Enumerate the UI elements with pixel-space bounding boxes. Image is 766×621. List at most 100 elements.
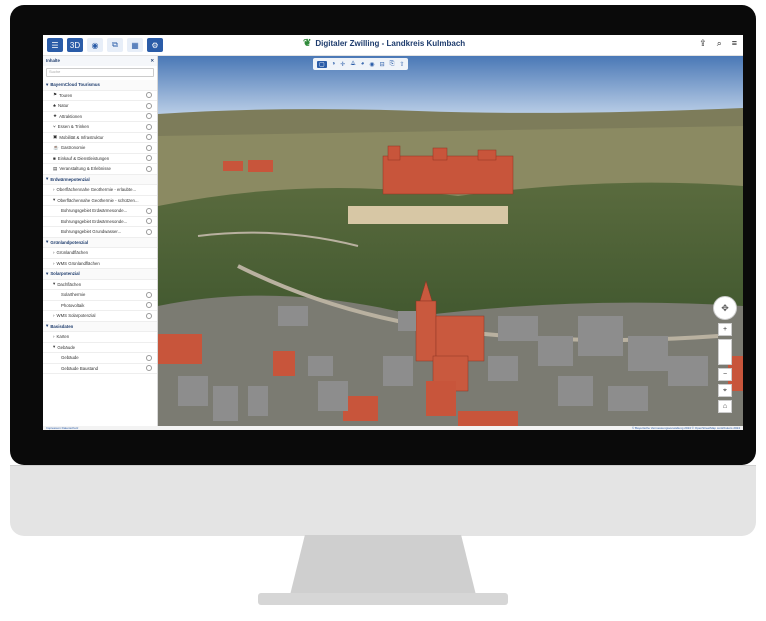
layer-label: Oberflächennahe Geothermie - erlaubte... <box>56 187 137 193</box>
map-3d-view[interactable]: ▢ ◑ ✛ ⟁ ◕ ◉ ⊟ ⎘ ⇧ ✥ + − ⌖ ⌂ <box>158 56 743 426</box>
chevron-right-icon: › <box>53 187 55 193</box>
zoom-out-icon[interactable]: − <box>718 368 732 381</box>
layer-item[interactable]: ▾ Gebäude <box>43 343 157 353</box>
visibility-toggle[interactable] <box>146 155 152 162</box>
layers-button[interactable]: ☰ <box>47 38 63 52</box>
visibility-toggle[interactable] <box>146 291 152 298</box>
tree-icon: ♣ <box>53 103 57 109</box>
layer-item[interactable]: ▣ Mobilität & Infrastruktur <box>43 133 157 143</box>
layer-item[interactable]: Gebäude Baustand <box>43 364 157 374</box>
layer-label: Mobilität & Infrastruktur <box>59 134 104 140</box>
visibility-toggle[interactable] <box>146 92 152 99</box>
layer-label: Grünlandflächen <box>56 250 89 256</box>
measure-tool-icon[interactable]: ✛ <box>340 61 345 68</box>
3d-view-button[interactable]: 3D <box>67 38 83 52</box>
layer-label: Gebäude Baustand <box>61 365 99 371</box>
chevron-down-icon: ▾ <box>46 270 49 276</box>
star-icon: ★ <box>53 113 58 119</box>
layer-item[interactable]: ▾ Dachflächen <box>43 280 157 290</box>
layer-item[interactable]: › Oberflächennahe Geothermie - erlaubte..… <box>43 185 157 196</box>
draw-tool-icon[interactable]: ⟁ <box>350 61 355 68</box>
globe-button[interactable]: ◉ <box>87 38 103 52</box>
menu-icon[interactable]: ≡ <box>732 38 737 49</box>
sidebar-title: Inhalte <box>46 58 60 63</box>
layer-item[interactable]: ▤ Veranstaltung & Erlebnisse <box>43 164 157 175</box>
layer-item[interactable]: Bohrungsgebiet Erdwärmesonde... <box>43 217 157 227</box>
group-erdwaerme[interactable]: ▾ Erdwärmepotenzial <box>43 174 157 185</box>
sidebar-search-input[interactable]: Suche <box>46 68 154 77</box>
visibility-toggle[interactable] <box>146 102 152 109</box>
layer-label: Dachflächen <box>57 281 82 287</box>
layer-item[interactable]: ⑂ Essen & Trinken <box>43 122 157 133</box>
monitor-stand-neck <box>290 535 476 595</box>
layer-item[interactable]: › WMS Solarpotenzial <box>43 311 157 322</box>
split-button[interactable]: ⧉ <box>107 38 123 52</box>
layer-item[interactable]: › Karten <box>43 332 157 343</box>
visibility-toggle[interactable] <box>146 123 152 130</box>
select-tool-icon[interactable]: ▢ <box>317 60 327 68</box>
location-icon[interactable]: ⌖ <box>718 384 732 397</box>
export-tool-icon[interactable]: ⎘ <box>390 61 395 68</box>
footer-links[interactable]: Impressum Datenschutz <box>46 426 78 430</box>
group-basisdaten[interactable]: ▾ Basisdaten <box>43 321 157 332</box>
group-gruenland[interactable]: ▾ Grünlandpotenzial <box>43 237 157 248</box>
layer-item[interactable]: ■ Einkauf & Dienstleistungen <box>43 154 157 164</box>
settings-button[interactable]: ⚙ <box>147 38 163 52</box>
group-label: Erdwärmepotenzial <box>50 176 90 182</box>
sidebar-header: Inhalte ✕ <box>43 56 157 66</box>
search-icon[interactable]: ⌕ <box>717 38 722 49</box>
layer-item[interactable]: ⚑ Touren <box>43 91 157 101</box>
layer-item[interactable]: Solarthermie <box>43 290 157 301</box>
home-icon[interactable]: ⌂ <box>718 400 732 413</box>
visibility-toggle[interactable] <box>146 365 152 372</box>
visibility-toggle[interactable] <box>146 134 152 141</box>
chevron-down-icon: ▾ <box>53 281 56 287</box>
info-icon[interactable] <box>146 312 152 319</box>
group-solar[interactable]: ▾ Solarpotenzial <box>43 269 157 280</box>
layer-item[interactable]: Bohrungsgebiet Grundwasser... <box>43 227 157 238</box>
layer-label: WMS Solarpotenzial <box>56 313 96 319</box>
layer-item[interactable]: Photovoltaik <box>43 301 157 311</box>
sidebar-close-icon[interactable]: ✕ <box>150 58 154 64</box>
group-label: Solarpotenzial <box>50 271 80 277</box>
layer-item[interactable]: ♣ Natur <box>43 101 157 112</box>
layer-label: Natur <box>58 103 69 109</box>
visibility-toggle[interactable] <box>146 207 152 214</box>
group-tourismus[interactable]: ▾ BayernCloud Tourismus <box>43 80 157 91</box>
compass-icon[interactable]: ✥ <box>713 296 737 320</box>
layer-item[interactable]: ★ Attraktionen <box>43 112 157 122</box>
logo-icon: ❦ <box>303 38 312 49</box>
grid-button[interactable]: ▦ <box>127 38 143 52</box>
zoom-slider[interactable] <box>718 339 732 365</box>
map-scene[interactable] <box>158 56 743 426</box>
layers-tool-icon[interactable]: ◑ <box>332 61 336 67</box>
monitor-chin <box>10 465 756 536</box>
visibility-toggle[interactable] <box>146 228 152 235</box>
layer-label: Einkauf & Dienstleistungen <box>57 155 110 161</box>
group-label: Grünlandpotenzial <box>50 239 89 245</box>
layer-item[interactable]: › WMS Grünlandflächen <box>43 259 157 269</box>
zoom-in-icon[interactable]: + <box>718 323 732 336</box>
chevron-right-icon: › <box>53 334 55 340</box>
layer-item[interactable]: › Grünlandflächen <box>43 248 157 259</box>
app-title-text: Digitaler Zwilling - Landkreis Kulmbach <box>315 39 466 48</box>
layer-item[interactable]: ▾ Oberflächennahe Geothermie - schützen..… <box>43 196 157 206</box>
visibility-toggle[interactable] <box>146 113 152 120</box>
layer-item[interactable]: Bohrungsgebiet Erdwärmesonde... <box>43 206 157 217</box>
share-tool-icon[interactable]: ⇧ <box>399 61 404 68</box>
visibility-toggle[interactable] <box>146 354 152 361</box>
layer-label: Attraktionen <box>59 113 83 119</box>
layer-item[interactable]: Gebäude <box>43 353 157 364</box>
layer-item[interactable]: ☕ Gastronomie <box>43 143 157 154</box>
grid-tool-icon[interactable]: ⊟ <box>380 61 385 68</box>
visibility-toggle[interactable] <box>146 165 152 172</box>
view-tool-icon[interactable]: ◕ <box>361 61 365 67</box>
visibility-toggle[interactable] <box>146 302 152 309</box>
hiker-icon: ⚑ <box>53 92 58 98</box>
eye-tool-icon[interactable]: ◉ <box>369 61 374 68</box>
layer-label: Karten <box>56 334 70 340</box>
visibility-toggle[interactable] <box>146 144 152 151</box>
share-icon[interactable]: ⇪ <box>699 38 707 49</box>
visibility-toggle[interactable] <box>146 218 152 225</box>
screen: ☰ 3D ◉ ⧉ ▦ ⚙ ❦ Digitaler Zwilling - Land… <box>43 35 743 430</box>
